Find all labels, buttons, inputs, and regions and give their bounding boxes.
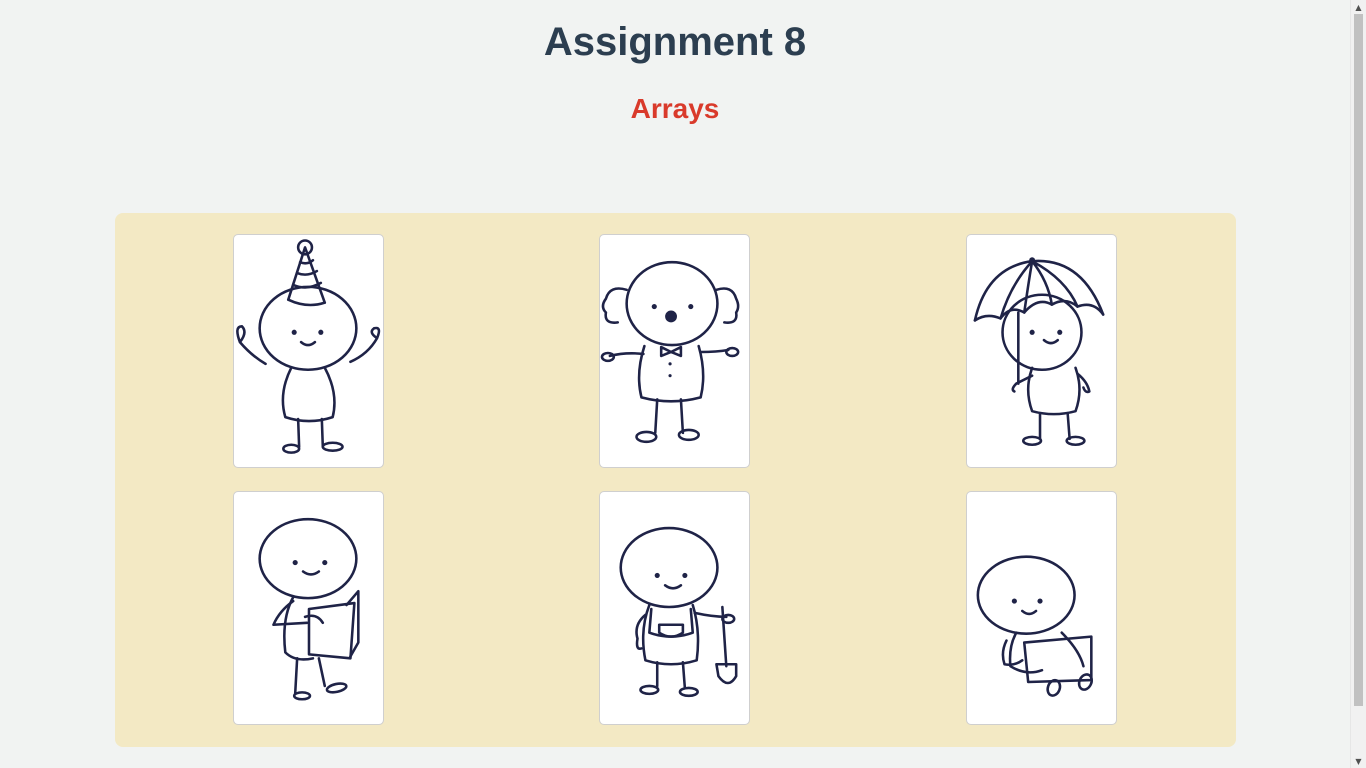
scroll-up-arrow-icon[interactable]: ▲ [1351, 0, 1366, 14]
gallery-card[interactable] [966, 234, 1117, 468]
scroll-down-arrow-icon[interactable]: ▼ [1351, 754, 1366, 768]
page: Assignment 8 Arrays [0, 0, 1350, 768]
gallery-card[interactable] [233, 491, 384, 725]
page-subtitle: Arrays [630, 93, 720, 124]
gallery-card[interactable] [966, 491, 1117, 725]
umbrella-doodle-icon [973, 257, 1105, 447]
vertical-scrollbar[interactable]: ▲ ▼ [1350, 0, 1366, 768]
page-title: Assignment 8 [543, 20, 807, 64]
party-hat-doodle-icon [236, 239, 381, 454]
image-gallery-panel [115, 213, 1236, 747]
gallery-card[interactable] [599, 234, 750, 468]
laptop-sitting-doodle-icon [976, 555, 1094, 697]
gallery-card[interactable] [599, 491, 750, 725]
reading-book-doodle-icon [258, 517, 360, 701]
gardener-shovel-doodle-icon [619, 526, 738, 698]
clown-doodle-icon [600, 260, 740, 444]
gallery-card[interactable] [233, 234, 384, 468]
scrollbar-thumb[interactable] [1354, 14, 1363, 706]
